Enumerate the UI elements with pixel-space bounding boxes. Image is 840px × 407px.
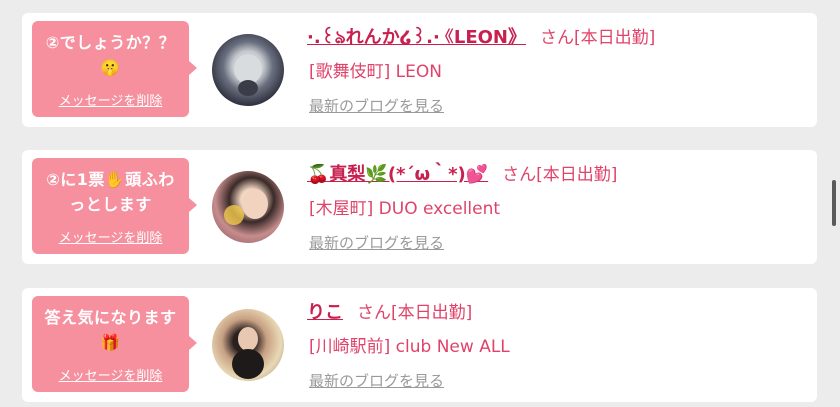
message-text: ②でしょうか？？ 🤫 [45,33,176,77]
shop-name: [歌舞伎町] LEON [309,62,442,82]
latest-blog-link[interactable]: 最新のブログを見る [309,232,444,253]
cast-status: さん[本日出勤] [539,28,656,48]
message-text: 答え気になります 🎁 [44,308,177,352]
cast-name-line: ·.꒰ঌれんか໒꒱.·《LEON》 さん[本日出勤] [307,23,655,54]
latest-blog-link[interactable]: 最新のブログを見る [309,370,444,391]
latest-blog-link[interactable]: 最新のブログを見る [309,95,444,116]
delete-message-link[interactable]: メッセージを削除 [32,227,189,246]
cast-status: さん[本日出勤] [502,165,618,185]
delete-message-link[interactable]: メッセージを削除 [32,365,189,384]
avatar-figure-body [238,80,258,96]
cast-name-link[interactable]: ·.꒰ঌれんか໒꒱.·《LEON》 [307,27,526,48]
message-card: ②でしょうか？？ 🤫 メッセージを削除 ·.꒰ঌれんか໒꒱.·《LEON》 さん[… [22,13,817,127]
message-text: ②に1票✋頭ふわ っとします [46,170,175,214]
cast-name-line: 🍒真梨🌿(*´ω｀*)💕 さん[本日出勤] [307,160,617,186]
avatar-figure [224,205,244,225]
message-card: 答え気になります 🎁 メッセージを削除 りこ さん[本日出勤] [川崎駅前] cl… [22,288,817,402]
message-card: ②に1票✋頭ふわ っとします メッセージを削除 🍒真梨🌿(*´ω｀*)💕 さん[本… [22,150,817,264]
avatar-figure-face [242,189,268,219]
delete-message-link[interactable]: メッセージを削除 [32,90,189,109]
avatar-figure-face [238,327,258,351]
message-bubble: 答え気になります 🎁 メッセージを削除 [32,296,197,392]
cast-status: さん[本日出勤] [357,303,473,323]
message-bubble: ②に1票✋頭ふわ っとします メッセージを削除 [32,158,197,254]
scrollbar[interactable] [832,180,836,226]
message-bubble: ②でしょうか？？ 🤫 メッセージを削除 [32,21,197,117]
avatar[interactable] [212,309,284,381]
avatar[interactable] [212,171,284,243]
cast-name-line: りこ さん[本日出勤] [307,298,472,324]
shop-name: [川崎駅前] club New ALL [309,337,510,357]
shop-name: [木屋町] DUO excellent [309,199,501,219]
avatar[interactable] [212,34,284,106]
cast-name-link[interactable]: りこ [307,302,343,323]
cast-name-link[interactable]: 🍒真梨🌿(*´ω｀*)💕 [307,164,488,185]
avatar-figure-body [232,349,264,379]
